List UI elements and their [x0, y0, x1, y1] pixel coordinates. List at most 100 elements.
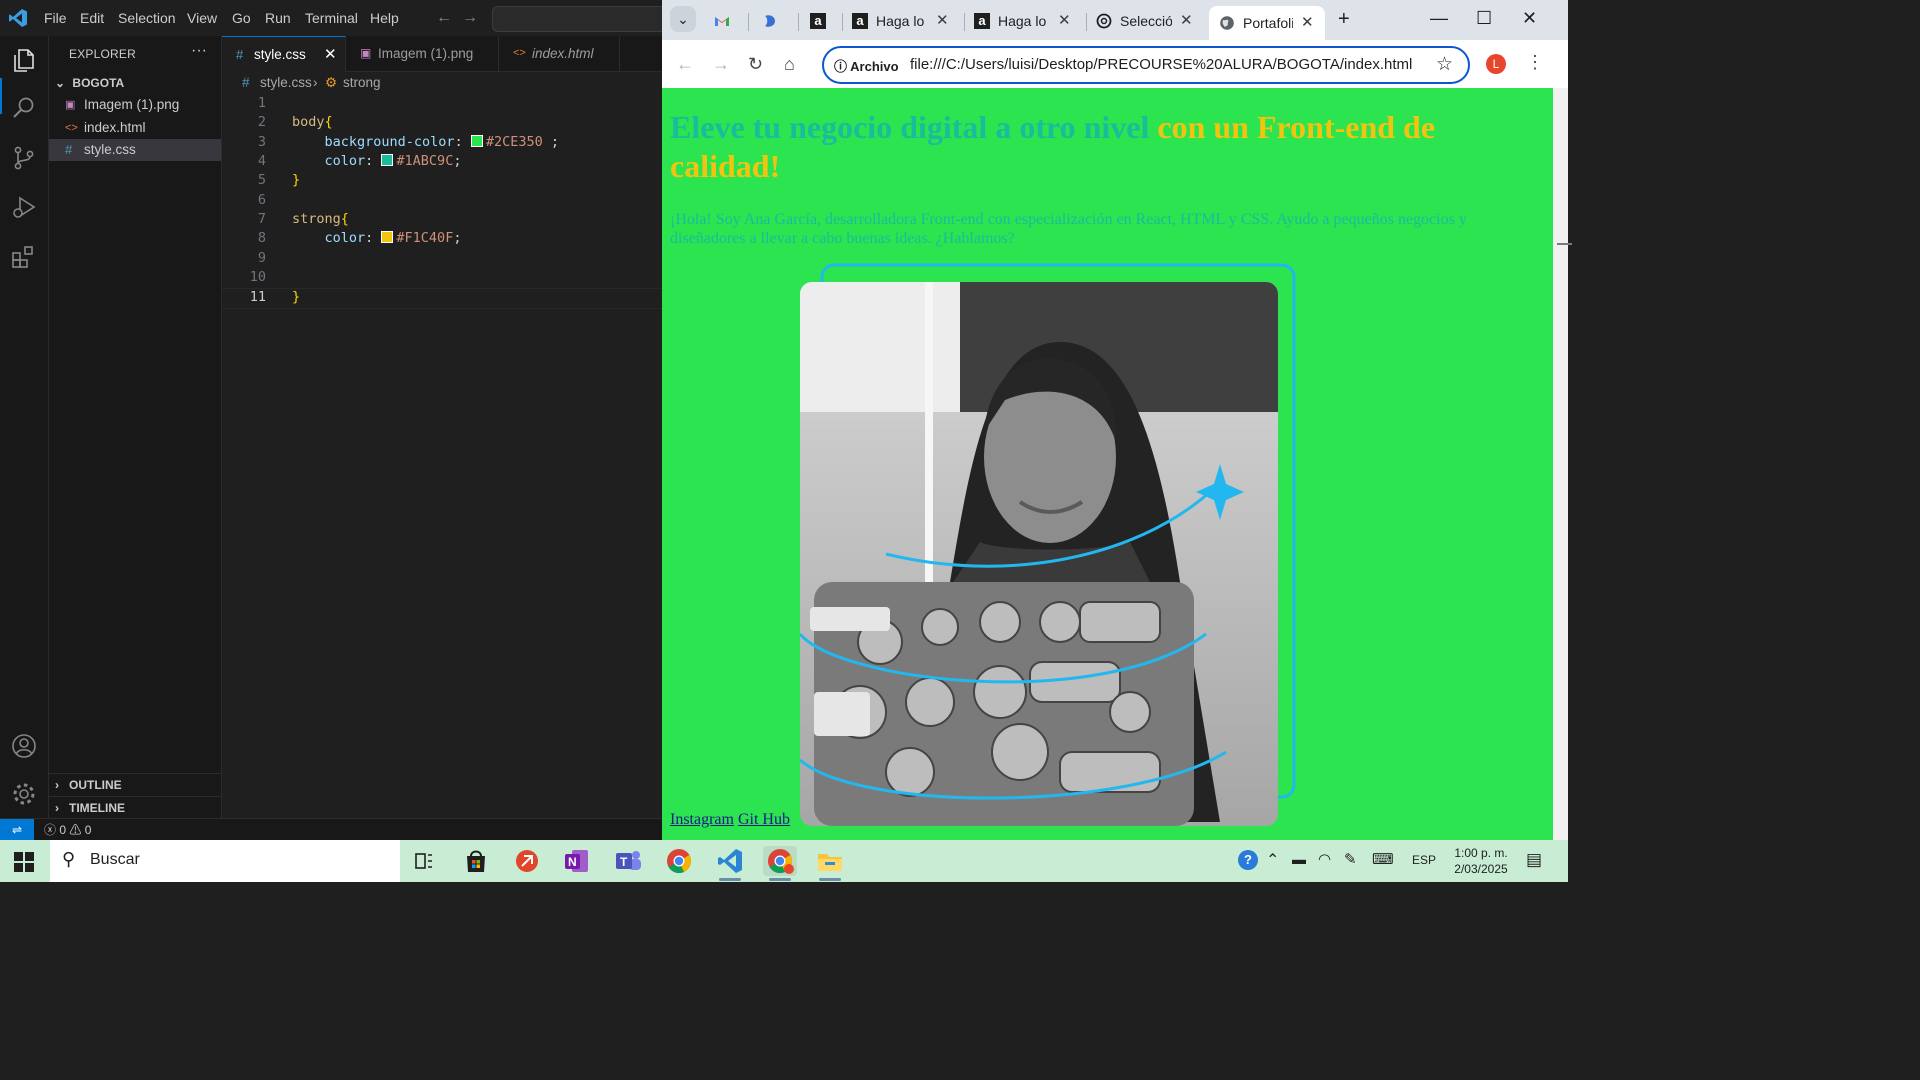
notifications-icon[interactable]: ▤ — [1526, 850, 1542, 870]
page-headline: Eleve tu negocio digital a otro nivel co… — [670, 109, 1436, 184]
breadcrumb-file[interactable]: style.css — [260, 72, 312, 94]
code-editor[interactable]: 1 2 3 4 5 6 7 8 9 10 11 body{ background-color: #2… — [222, 94, 662, 818]
microsoft-store-icon[interactable] — [459, 846, 493, 876]
scroll-thumb[interactable] — [1557, 243, 1572, 245]
close-icon[interactable]: ✕ — [324, 37, 337, 72]
wifi-icon[interactable]: ◠ — [1318, 850, 1331, 868]
profile-avatar[interactable]: L — [1486, 54, 1506, 74]
file-item-image[interactable]: ▣ Imagem (1).png — [49, 94, 221, 116]
back-arrow-icon[interactable]: ← — [436, 9, 452, 27]
line-number: 6 — [257, 192, 266, 208]
url-text[interactable]: file:///C:/Users/luisi/Desktop/PRECOURSE… — [910, 56, 1412, 73]
file-item-index-html[interactable]: <> index.html — [49, 117, 221, 139]
run-debug-icon[interactable] — [10, 193, 38, 221]
menu-terminal[interactable]: Terminal — [305, 10, 358, 26]
page-scrollbar[interactable] — [1553, 88, 1572, 840]
code-line-7: strong{ — [292, 211, 349, 227]
help-icon[interactable]: ? — [1238, 850, 1258, 870]
outline-section[interactable]: › OUTLINE — [49, 773, 221, 796]
timeline-section[interactable]: › TIMELINE — [49, 796, 221, 819]
pen-icon[interactable]: ✎ — [1344, 850, 1357, 868]
site-info-chip[interactable]: ⓘ Archivo — [834, 56, 899, 75]
chrome-icon[interactable] — [662, 846, 696, 876]
clock-date: 2/03/2025 — [1454, 862, 1508, 876]
task-view-icon[interactable] — [407, 846, 441, 876]
breadcrumb: # style.css › ⚙ strong — [222, 72, 662, 94]
language-indicator[interactable]: ESP — [1412, 853, 1436, 867]
new-tab-icon[interactable]: + — [1338, 8, 1350, 31]
github-link[interactable]: Git Hub — [738, 811, 790, 828]
close-tab-icon[interactable]: ✕ — [1301, 8, 1314, 38]
browser-tab-gmail[interactable] — [710, 6, 746, 36]
file-explorer-icon[interactable] — [813, 846, 847, 876]
settings-gear-icon[interactable] — [10, 780, 38, 808]
tab-image-png[interactable]: ▣ Imagem (1).png — [346, 36, 499, 71]
keyboard-icon[interactable]: ⌨ — [1372, 850, 1394, 868]
menu-run[interactable]: Run — [265, 10, 291, 26]
close-tab-icon[interactable]: ✕ — [1058, 6, 1071, 36]
maximize-icon[interactable]: ☐ — [1476, 8, 1492, 29]
forward-arrow-icon[interactable]: → — [712, 54, 730, 75]
battery-icon[interactable]: ▬ — [1292, 851, 1306, 867]
running-indicator — [719, 878, 741, 881]
minimize-icon[interactable]: — — [1430, 8, 1448, 29]
menu-file[interactable]: File — [44, 10, 67, 26]
more-actions-icon[interactable]: ··· — [191, 42, 207, 60]
browser-tab-alura[interactable]: a — [806, 6, 842, 36]
command-center-search[interactable] — [492, 6, 663, 32]
menu-selection[interactable]: Selection — [118, 10, 176, 26]
account-icon[interactable] — [10, 732, 38, 760]
teams-icon[interactable]: T — [611, 846, 645, 876]
clock[interactable]: 1:00 p. m. 2/03/2025 — [1448, 845, 1514, 877]
close-tab-icon[interactable]: ✕ — [1180, 6, 1193, 36]
browser-tab-copilot[interactable] — [756, 6, 792, 36]
error-icon: ⓧ — [44, 823, 57, 837]
browser-tab-portafolio[interactable]: Portafolio ✕ — [1209, 6, 1325, 40]
menu-view[interactable]: View — [187, 10, 217, 26]
explorer-files-icon[interactable] — [10, 46, 38, 74]
anydesk-icon[interactable] — [510, 846, 544, 876]
browser-tab-chatgpt[interactable]: Selección ✕ — [1092, 6, 1208, 36]
problems-indicator[interactable]: ⓧ 0 ⚠ 0 — [44, 819, 91, 841]
close-window-icon[interactable]: ✕ — [1522, 8, 1537, 29]
menu-edit[interactable]: Edit — [80, 10, 104, 26]
extensions-icon[interactable] — [10, 243, 38, 271]
line-number: 9 — [257, 250, 266, 266]
source-control-icon[interactable] — [10, 144, 38, 172]
chrome-profile-icon[interactable] — [763, 846, 797, 876]
page-viewport: Eleve tu negocio digital a otro nivel co… — [662, 88, 1553, 840]
code-line-4: color: #1ABC9C; — [324, 153, 462, 169]
file-item-style-css[interactable]: # style.css — [49, 139, 221, 161]
color-swatch[interactable] — [381, 231, 394, 243]
color-swatch[interactable] — [470, 135, 483, 147]
home-icon[interactable]: ⌂ — [784, 54, 795, 75]
chevron-up-icon[interactable]: ⌃ — [1266, 850, 1279, 870]
reload-icon[interactable]: ↻ — [748, 54, 763, 75]
css-file-icon: # — [65, 142, 73, 157]
menu-go[interactable]: Go — [232, 10, 251, 26]
breadcrumb-symbol[interactable]: strong — [343, 72, 381, 94]
vscode-taskbar-icon[interactable] — [713, 846, 747, 876]
remote-indicator-icon[interactable]: ⇌ — [0, 819, 34, 841]
forward-arrow-icon[interactable]: → — [462, 9, 478, 27]
windows-start-icon[interactable] — [14, 852, 34, 872]
more-menu-icon[interactable]: ⋮ — [1526, 52, 1544, 73]
tab-index-html[interactable]: <> index.html — [499, 36, 620, 71]
onenote-icon[interactable]: N — [560, 846, 594, 876]
taskbar-search-box[interactable]: ⚲ Buscar — [50, 840, 400, 882]
back-arrow-icon[interactable]: ← — [676, 54, 694, 75]
folder-bogota[interactable]: ⌄ BOGOTA — [55, 76, 124, 90]
alura-icon: a — [852, 13, 868, 29]
bookmark-star-icon[interactable]: ☆ — [1436, 53, 1453, 76]
browser-tab-alura-3[interactable]: a Haga lo c ✕ — [970, 6, 1086, 36]
menu-help[interactable]: Help — [370, 10, 399, 26]
close-tab-icon[interactable]: ✕ — [936, 6, 949, 36]
instagram-link[interactable]: Instagram — [670, 811, 734, 828]
browser-tab-alura-2[interactable]: a Haga lo c ✕ — [848, 6, 964, 36]
tab-style-css[interactable]: # style.css ✕ — [222, 36, 346, 72]
tab-search-icon[interactable]: ⌄ — [670, 6, 696, 32]
explorer-sidebar: EXPLORER ··· ⌄ BOGOTA ▣ Imagem (1).png <… — [49, 36, 222, 818]
color-swatch[interactable] — [381, 154, 394, 166]
search-icon[interactable] — [10, 94, 38, 122]
address-bar[interactable]: ⓘ Archivo file:///C:/Users/luisi/Desktop… — [822, 46, 1470, 84]
